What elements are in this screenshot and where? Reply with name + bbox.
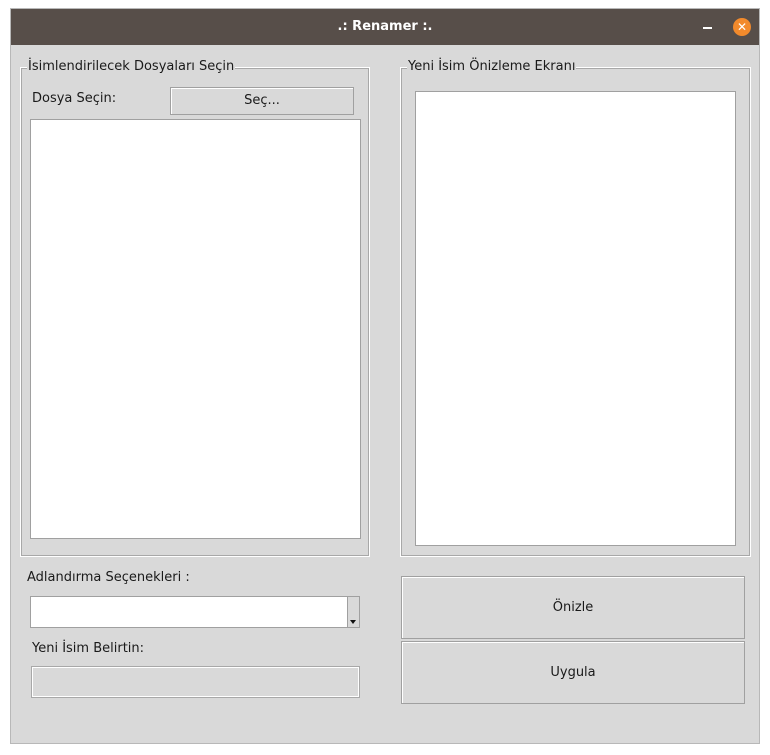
select-files-button[interactable]: Seç...	[170, 87, 354, 115]
preview-listbox[interactable]	[415, 91, 736, 546]
preview-button[interactable]: Önizle	[401, 576, 745, 639]
window-title: .: Renamer :.	[337, 19, 433, 34]
minimize-icon[interactable]	[703, 27, 712, 29]
preview-group-title: Yeni İsim Önizleme Ekranı	[407, 59, 577, 75]
title-bar: .: Renamer :. ✕	[11, 9, 759, 45]
apply-button[interactable]: Uygula	[401, 641, 745, 704]
chevron-down-icon[interactable]	[347, 597, 359, 627]
naming-options-dropdown[interactable]	[30, 596, 360, 628]
file-select-group-title: İsimlendirilecek Dosyaları Seçin	[27, 59, 236, 75]
file-select-label: Dosya Seçin:	[32, 91, 117, 106]
file-listbox[interactable]	[30, 119, 361, 539]
naming-options-label: Adlandırma Seçenekleri :	[27, 570, 190, 585]
close-icon[interactable]: ✕	[733, 18, 751, 36]
new-name-label: Yeni İsim Belirtin:	[32, 641, 145, 656]
app-window: .: Renamer :. ✕ İsimlendirilecek Dosyala…	[10, 8, 760, 744]
new-name-input[interactable]	[31, 666, 360, 698]
